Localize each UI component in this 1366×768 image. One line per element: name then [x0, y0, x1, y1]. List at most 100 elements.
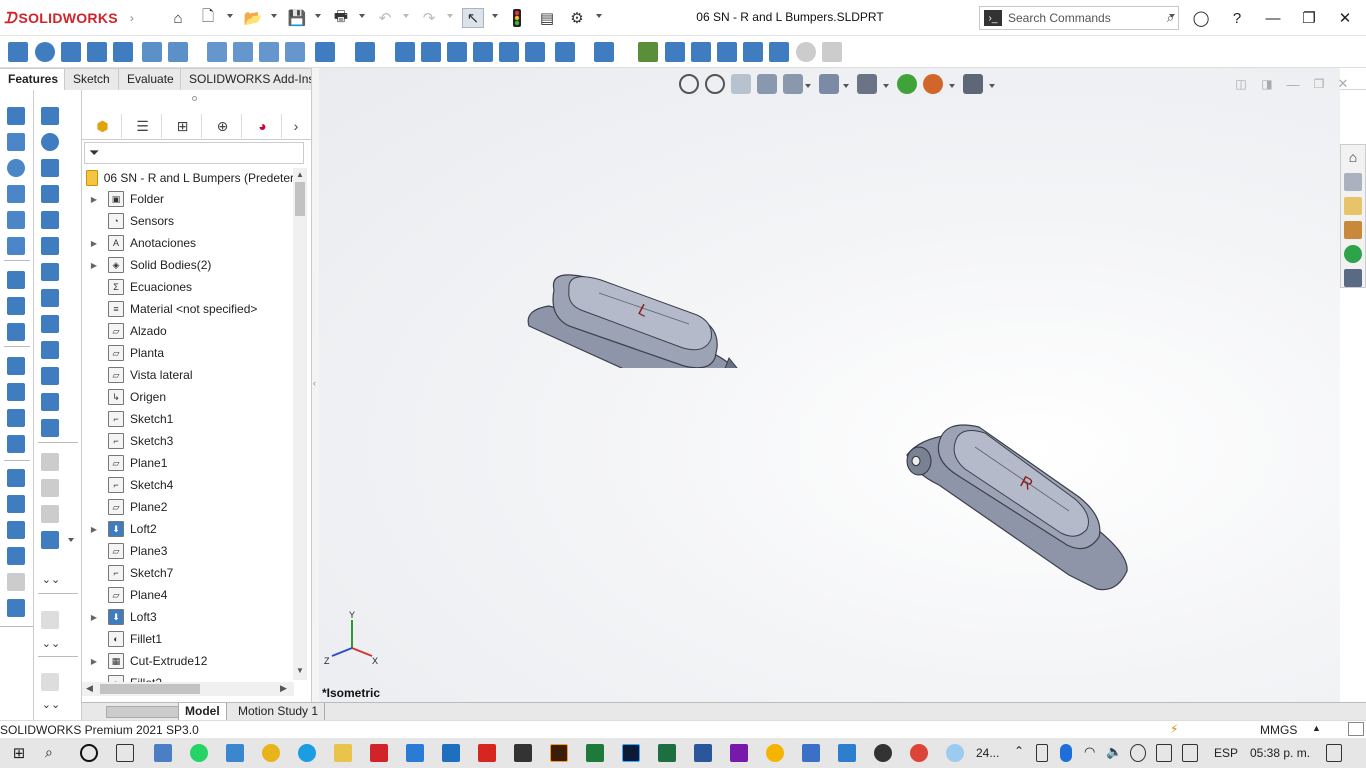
project-icon[interactable] [586, 744, 604, 762]
end-cap-icon[interactable] [41, 531, 59, 549]
surface-tool-icon[interactable] [7, 133, 25, 151]
expand-arrow-icon[interactable]: ▶ [90, 195, 98, 204]
view-settings-monitor-icon[interactable] [963, 74, 983, 94]
text-tool-icon[interactable] [41, 611, 59, 629]
task-view-icon[interactable] [116, 744, 134, 762]
chevron-down-icon[interactable] [805, 84, 811, 88]
tree-item-sketch4[interactable]: ⌐ Sketch4 [82, 474, 173, 496]
tab-sketch[interactable]: Sketch [64, 68, 119, 90]
word-icon[interactable] [694, 744, 712, 762]
expand-more-chevron-icon[interactable]: ⌄⌄ [41, 633, 61, 653]
mirror-icon[interactable] [525, 42, 545, 62]
chevron-down-icon[interactable] [843, 84, 849, 88]
wifi-icon[interactable]: ◠ [1084, 744, 1100, 762]
tree-item-plane3[interactable]: ▱ Plane3 [82, 540, 167, 562]
power-plug-icon[interactable] [1156, 744, 1172, 762]
dome-icon[interactable] [796, 42, 816, 62]
tree-item-ecuaciones[interactable]: Σ Ecuaciones [82, 276, 192, 298]
tab-motion-study-1[interactable]: Motion Study 1 [232, 703, 326, 721]
edge-icon[interactable] [298, 744, 316, 762]
app-dark-icon[interactable] [514, 744, 532, 762]
tree-filter-box[interactable]: ⏷ [84, 142, 304, 164]
image-icon[interactable] [822, 42, 842, 62]
revolved-icon[interactable] [41, 133, 59, 151]
tree-item-cut-extrude12[interactable]: ▶ ▦ Cut-Extrude12 [82, 650, 207, 672]
chrome-active-icon[interactable] [910, 744, 928, 762]
move-face-icon[interactable] [691, 42, 711, 62]
zoom-to-fit-icon[interactable] [679, 74, 699, 94]
design-library-icon[interactable] [1344, 173, 1362, 191]
mail-icon[interactable] [838, 744, 856, 762]
filter-icon[interactable]: ⏷ [89, 145, 99, 161]
chevron-down-icon[interactable] [68, 538, 74, 542]
chevron-down-icon[interactable] [447, 14, 453, 18]
boundary-boss-icon[interactable] [113, 42, 133, 62]
dimxpertmanager-icon[interactable]: ⊕ [204, 114, 242, 138]
tree-item-vista-lateral[interactable]: ▱ Vista lateral [82, 364, 192, 386]
tree-item-plane1[interactable]: ▱ Plane1 [82, 452, 167, 474]
intersect-icon[interactable] [473, 42, 493, 62]
solidworks-resources-home-icon[interactable]: ⌂ [1344, 149, 1362, 167]
tree-item-folder[interactable]: ▶ ▣ Folder [82, 188, 164, 210]
volume-icon[interactable]: 🔈 [1106, 744, 1122, 762]
split-icon[interactable] [717, 42, 737, 62]
revolved-cut-icon[interactable] [207, 42, 227, 62]
swept-icon[interactable] [41, 159, 59, 177]
rebuild-traffic-light-icon[interactable] [507, 8, 527, 28]
edge-flange-icon[interactable] [41, 263, 59, 281]
store-icon[interactable] [802, 744, 820, 762]
hole-wizard-icon[interactable] [168, 42, 188, 62]
copy-icon[interactable] [41, 673, 59, 691]
configurationmanager-icon[interactable]: ⊞ [164, 114, 202, 138]
displaymanager-icon[interactable]: ◕ [244, 114, 282, 138]
delete-face-icon[interactable] [7, 495, 25, 513]
fill-surface-icon[interactable] [7, 357, 25, 375]
tree-item-material-not-specified[interactable]: ≡ Material <not specified> [82, 298, 257, 320]
chevron-down-icon[interactable] [227, 14, 233, 18]
untrim-surface-icon[interactable] [7, 547, 25, 565]
illustrator-icon[interactable] [550, 744, 568, 762]
combine-icon[interactable] [743, 42, 763, 62]
tab-scroll-arrows[interactable] [106, 706, 182, 718]
boundary-icon[interactable] [41, 211, 59, 229]
dynamic-annotation-icon[interactable] [783, 74, 803, 94]
extruded-boss-icon[interactable] [8, 42, 28, 62]
panel-splitter[interactable]: ‹ [311, 68, 319, 722]
tree-item-sensors[interactable]: ◔ Sensors [82, 210, 174, 232]
viewport-restore-icon[interactable]: ❐ [1309, 74, 1329, 94]
knit-surface-icon[interactable] [7, 383, 25, 401]
shell-icon[interactable] [499, 42, 519, 62]
ruled-surface-icon[interactable] [7, 297, 25, 315]
minimize-button[interactable]: — [1258, 8, 1288, 28]
graphics-area[interactable]: ◫ ◨ — ❐ ✕ L R Y X Z [319, 68, 1348, 702]
boundary-cut-icon[interactable] [285, 42, 305, 62]
show-hidden-icons-chevron-up-icon[interactable]: ⌃ [1014, 744, 1024, 758]
cut-with-surface-icon[interactable] [7, 573, 25, 591]
sweep-surface-icon[interactable] [7, 185, 25, 203]
planar-surface-icon[interactable] [7, 323, 25, 341]
lofted-cut-icon[interactable] [259, 42, 279, 62]
section-view-icon[interactable] [757, 74, 777, 94]
lofted-icon[interactable] [41, 185, 59, 203]
user-account-icon[interactable]: ◯ [1186, 8, 1216, 28]
windows-start-icon[interactable]: ⊞ [10, 744, 28, 762]
restore-button[interactable]: ❐ [1294, 8, 1324, 28]
tree-item-anotaciones[interactable]: ▶ A Anotaciones [82, 232, 196, 254]
input-language[interactable]: ESP [1214, 746, 1238, 760]
select-arrow-icon[interactable]: ↖ [462, 8, 484, 28]
tree-item-fillet2[interactable]: ◐Fillet2 [82, 672, 162, 682]
file-explorer-icon[interactable] [334, 744, 352, 762]
corners-icon[interactable] [41, 419, 59, 437]
weather-temperature[interactable]: 24... [976, 746, 999, 760]
miter-flange-icon[interactable] [41, 289, 59, 307]
tree-item-alzado[interactable]: ▱ Alzado [82, 320, 167, 342]
curves-icon[interactable] [594, 42, 614, 62]
revolve-surface-icon[interactable] [7, 159, 25, 177]
chevron-down-icon[interactable] [403, 14, 409, 18]
reference-geometry-icon[interactable] [555, 42, 575, 62]
rebuild-status-icon[interactable]: ⚡ [1170, 722, 1178, 736]
tree-item-plane4[interactable]: ▱ Plane4 [82, 584, 167, 606]
swept-cut-icon[interactable] [233, 42, 253, 62]
acrobat-icon[interactable] [478, 744, 496, 762]
replace-face-icon[interactable] [7, 521, 25, 539]
